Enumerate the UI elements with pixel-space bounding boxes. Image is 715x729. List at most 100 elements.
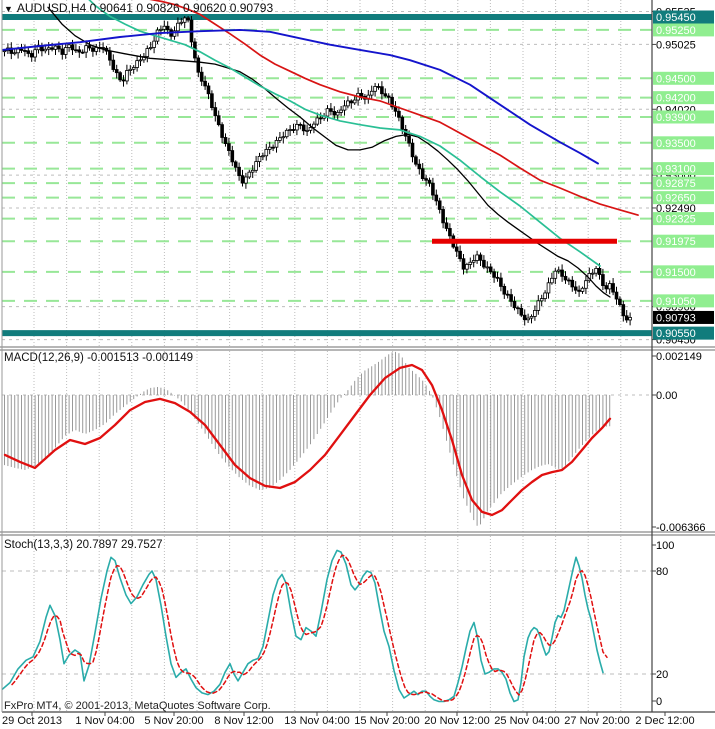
candle-body: [434, 194, 439, 202]
candle-body: [628, 317, 632, 321]
candle-body: [261, 155, 265, 158]
candle-body: [87, 45, 92, 49]
candle-body: [329, 108, 333, 112]
candle-body: [325, 108, 330, 117]
price-label-teal-text: 0.95450: [656, 12, 696, 24]
candle-body: [621, 304, 626, 317]
candle-body: [495, 276, 500, 279]
candle-body: [607, 283, 612, 290]
candle-body: [274, 140, 279, 148]
candle-body: [230, 150, 235, 163]
price-label-green-text: 0.91050: [656, 296, 696, 308]
stoch-scale-label: 80: [656, 566, 668, 578]
date-label: 13 Nov 04:00: [284, 715, 349, 727]
teal-level-band[interactable]: [2, 330, 652, 337]
candle-body: [244, 176, 248, 184]
candle-body: [145, 48, 150, 57]
chart-title-bar: ▼ AUDUSD,H4 0.90641 0.90826 0.90620 0.907…: [4, 1, 273, 15]
candle-body: [577, 289, 581, 292]
candle-body: [424, 178, 428, 181]
candle-body: [614, 291, 619, 300]
candle-body: [410, 142, 415, 158]
candle-body: [553, 270, 558, 279]
candle-body: [295, 123, 299, 131]
candle-body: [386, 95, 391, 98]
candle-body: [220, 124, 224, 138]
candle-body: [597, 268, 602, 275]
candle-body: [196, 57, 201, 73]
candle-body: [237, 166, 241, 177]
candle-body: [373, 86, 377, 92]
candle-body: [482, 259, 486, 268]
candle-body: [448, 228, 452, 237]
candle-body: [298, 123, 303, 126]
candle-body: [186, 17, 190, 21]
price-label-green-text: 0.91500: [656, 267, 696, 279]
candle-body: [485, 266, 490, 269]
candle-body: [529, 316, 534, 319]
candle-body: [267, 146, 272, 150]
chart-canvas[interactable]: 0.955350.950250.940200.930000.924900.909…: [0, 0, 715, 729]
candle-body: [519, 307, 524, 316]
candle-body: [349, 100, 354, 104]
candle-body: [23, 50, 27, 52]
candle-body: [335, 111, 340, 116]
candle-body: [305, 129, 309, 132]
candle-body: [29, 53, 34, 58]
symbol-dropdown-icon[interactable]: ▼: [4, 4, 13, 14]
candle-body: [604, 285, 609, 290]
stoch-panel[interactable]: [2, 536, 652, 712]
candle-body: [84, 45, 88, 53]
candle-body: [33, 49, 37, 58]
candle-body: [594, 268, 598, 274]
candle-body: [420, 168, 425, 180]
candle-body: [563, 275, 568, 281]
price-label: 0.95025: [656, 39, 696, 51]
price-label-green-text: 0.93100: [656, 164, 696, 176]
main-panel[interactable]: [2, 0, 652, 347]
candle-body: [138, 59, 143, 62]
candle-body: [57, 45, 61, 50]
candle-body: [131, 67, 136, 70]
candle-body: [611, 283, 615, 293]
candle-body: [407, 135, 411, 144]
candle-body: [223, 137, 228, 145]
candle-body: [247, 171, 252, 178]
candle-body: [369, 90, 374, 96]
candle-body: [288, 129, 292, 131]
candle-body: [80, 51, 85, 54]
candle-body: [332, 111, 337, 116]
candle-body: [70, 44, 75, 51]
stoch-indicator-label: Stoch(13,3,3) 20.7897 29.7527: [4, 539, 163, 551]
candle-body: [67, 44, 71, 48]
candle-body: [114, 69, 119, 74]
date-label: 15 Nov 20:00: [354, 715, 419, 727]
candle-body: [125, 70, 129, 82]
candle-body: [584, 280, 588, 289]
candle-body: [77, 49, 82, 53]
candle-body: [550, 277, 554, 284]
macd-scale-label: -0.006366: [656, 522, 706, 534]
candle-body: [560, 269, 564, 277]
macd-panel[interactable]: [2, 351, 652, 532]
candle-body: [417, 163, 422, 170]
candle-body: [148, 47, 153, 49]
candle-body: [526, 317, 530, 321]
candle-body: [60, 48, 65, 55]
candle-body: [281, 136, 286, 139]
candle-body: [179, 21, 184, 24]
candle-body: [284, 129, 289, 138]
candle-body: [291, 129, 296, 131]
candle-body: [165, 25, 170, 31]
candle-body: [346, 100, 350, 107]
candle-body: [492, 271, 496, 278]
ma-black-line: [47, 6, 611, 298]
candle-body: [301, 124, 306, 132]
candle-body: [512, 300, 517, 309]
candle-body: [308, 127, 313, 131]
stoch-scale-label: 100: [656, 540, 674, 552]
candle-body: [376, 86, 381, 88]
candle-body: [339, 109, 343, 113]
stoch-scale-label: 0: [656, 696, 662, 708]
candle-body: [63, 47, 68, 55]
